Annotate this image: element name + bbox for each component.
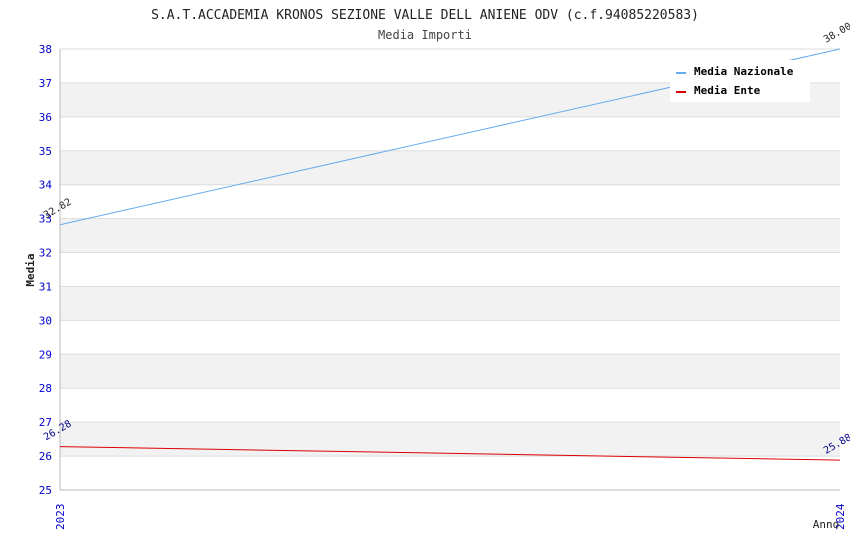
y-tick-label: 28 xyxy=(39,382,52,395)
chart-subtitle: Media Importi xyxy=(378,28,472,42)
y-tick-label: 26 xyxy=(39,450,52,463)
y-tick-label: 36 xyxy=(39,111,52,124)
y-tick-label: 25 xyxy=(39,484,52,497)
y-tick-label: 27 xyxy=(39,416,52,429)
y-tick-label: 32 xyxy=(39,247,52,260)
legend-label-media-ente: Media Ente xyxy=(694,84,761,97)
x-tick-labels: 2023 2024 xyxy=(54,503,847,530)
y-tick-label: 31 xyxy=(39,280,52,293)
y-tick-label: 29 xyxy=(39,348,52,361)
data-label: 32.82 xyxy=(42,197,74,222)
grid-band xyxy=(60,354,840,389)
y-tick-label: 34 xyxy=(39,179,53,192)
x-tick-label: 2023 xyxy=(54,504,67,531)
background-bands xyxy=(60,82,840,457)
y-tick-label: 30 xyxy=(39,314,52,327)
y-tick-label: 37 xyxy=(39,77,52,90)
y-tick-label: 38 xyxy=(39,43,52,56)
chart-title: S.A.T.ACCADEMIA KRONOS SEZIONE VALLE DEL… xyxy=(151,8,699,23)
grid-band xyxy=(60,286,840,321)
grid-band xyxy=(60,422,840,457)
grid-band xyxy=(60,218,840,253)
chart: S.A.T.ACCADEMIA KRONOS SEZIONE VALLE DEL… xyxy=(24,8,850,531)
grid-band xyxy=(60,150,840,185)
x-axis-label: Anno xyxy=(813,518,840,531)
data-label: 38.00 xyxy=(822,21,850,46)
y-axis-label: Media xyxy=(24,253,37,286)
y-tick-label: 35 xyxy=(39,145,52,158)
legend: Media Nazionale Media Ente xyxy=(670,60,810,102)
legend-label-media-nazionale: Media Nazionale xyxy=(694,65,794,78)
